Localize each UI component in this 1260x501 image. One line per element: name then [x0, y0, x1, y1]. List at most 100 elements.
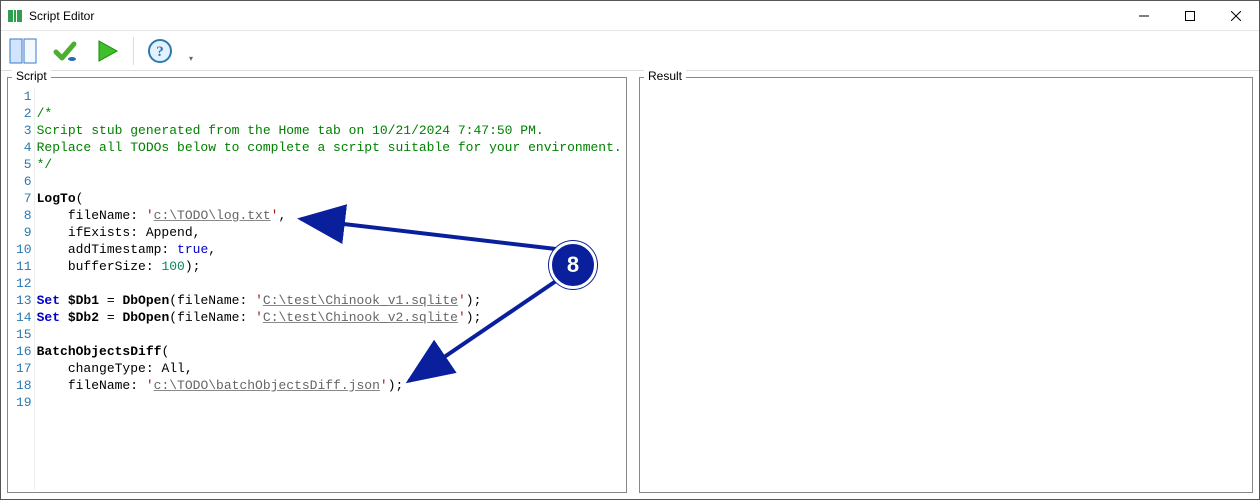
code-token-func: BatchObjectsDiff: [37, 344, 162, 359]
code-line[interactable]: LogTo(: [37, 190, 624, 207]
code-line[interactable]: Replace all TODOs below to complete a sc…: [37, 139, 624, 156]
titlebar: Script Editor: [1, 1, 1259, 31]
minimize-button[interactable]: [1121, 1, 1167, 31]
code-token-plain: );: [185, 259, 201, 274]
code-line[interactable]: [37, 394, 624, 411]
code-token-plain: =: [99, 310, 122, 325]
script-panel: Script 12345678910111213141516171819 /*S…: [7, 77, 627, 493]
line-number: 17: [16, 360, 32, 377]
line-gutter: 12345678910111213141516171819: [10, 88, 35, 490]
code-line[interactable]: ifExists: Append,: [37, 224, 624, 241]
code-line[interactable]: bufferSize: 100);: [37, 258, 624, 275]
svg-text:?: ?: [156, 44, 164, 60]
close-button[interactable]: [1213, 1, 1259, 31]
code-line[interactable]: addTimestamp: true,: [37, 241, 624, 258]
code-token-plain: );: [466, 310, 482, 325]
code-token-arg: fileName:: [37, 208, 146, 223]
code-line[interactable]: [37, 275, 624, 292]
code-token-enum: All: [161, 361, 184, 376]
toolbar: ? ▾: [1, 31, 1259, 71]
code-line[interactable]: */: [37, 156, 624, 173]
line-number: 7: [16, 190, 32, 207]
code-token-arg: (fileName:: [169, 293, 255, 308]
code-token-plain: (: [76, 191, 84, 206]
code-line[interactable]: fileName: 'c:\TODO\batchObjectsDiff.json…: [37, 377, 624, 394]
window-controls: [1121, 1, 1259, 31]
code-token-str: ': [146, 208, 154, 223]
code-token-plain: ,: [193, 225, 201, 240]
code-token-comment: Script stub generated from the Home tab …: [37, 123, 544, 138]
code-line[interactable]: Set $Db2 = DbOpen(fileName: 'C:\test\Chi…: [37, 309, 624, 326]
code-token-num: 100: [161, 259, 184, 274]
code-line[interactable]: Script stub generated from the Home tab …: [37, 122, 624, 139]
code-line[interactable]: changeType: All,: [37, 360, 624, 377]
line-number: 2: [16, 105, 32, 122]
code-line[interactable]: [37, 88, 624, 105]
line-number: 1: [16, 88, 32, 105]
maximize-button[interactable]: [1167, 1, 1213, 31]
layout-panels-button[interactable]: [7, 35, 39, 67]
code-token-var: $Db1: [68, 293, 99, 308]
code-token-str: ': [458, 310, 466, 325]
code-token-enum: Append: [146, 225, 193, 240]
code-token-arg: addTimestamp:: [37, 242, 177, 257]
code-token-str: ': [458, 293, 466, 308]
line-number: 5: [16, 156, 32, 173]
code-token-plain: ,: [185, 361, 193, 376]
code-token-bool: true: [177, 242, 208, 257]
code-token-kw: Set: [37, 293, 68, 308]
app-icon: [7, 8, 23, 24]
code-token-str: ': [380, 378, 388, 393]
code-token-arg: bufferSize:: [37, 259, 162, 274]
annotation-badge-text: 8: [567, 252, 579, 278]
code-token-var: $Db2: [68, 310, 99, 325]
code-token-path: c:\TODO\batchObjectsDiff.json: [154, 378, 380, 393]
content-area: Script 12345678910111213141516171819 /*S…: [1, 71, 1259, 499]
line-number: 6: [16, 173, 32, 190]
window-title: Script Editor: [29, 9, 94, 23]
code-line[interactable]: [37, 173, 624, 190]
line-number: 16: [16, 343, 32, 360]
code-token-func: DbOpen: [122, 293, 169, 308]
code-token-str: ': [255, 293, 263, 308]
code-token-comment: Replace all TODOs below to complete a sc…: [37, 140, 622, 155]
line-number: 10: [16, 241, 32, 258]
code-token-path: C:\test\Chinook_v1.sqlite: [263, 293, 458, 308]
script-editor[interactable]: 12345678910111213141516171819 /*Script s…: [8, 86, 626, 492]
result-panel: Result: [639, 77, 1253, 493]
code-token-plain: (: [161, 344, 169, 359]
annotation-badge: 8: [549, 241, 597, 289]
code-token-arg: fileName:: [37, 378, 146, 393]
line-number: 4: [16, 139, 32, 156]
code-token-str: ': [146, 378, 154, 393]
code-token-arg: changeType:: [37, 361, 162, 376]
code-body[interactable]: /* Script stub generated from the Home ta…: [37, 88, 624, 490]
line-number: 11: [16, 258, 32, 275]
line-number: 3: [16, 122, 32, 139]
code-token-arg: (fileName:: [169, 310, 255, 325]
code-line[interactable]: BatchObjectsDiff(: [37, 343, 624, 360]
help-button[interactable]: ?: [144, 35, 176, 67]
code-line[interactable]: fileName: 'c:\TODO\log.txt',: [37, 207, 624, 224]
toolbar-overflow-icon[interactable]: ▾: [186, 35, 196, 67]
code-line[interactable]: /*: [37, 105, 624, 122]
code-token-comment: /*: [37, 106, 53, 121]
code-token-func: DbOpen: [122, 310, 169, 325]
code-token-plain: ,: [208, 242, 216, 257]
line-number: 19: [16, 394, 32, 411]
code-token-plain: );: [388, 378, 404, 393]
line-number: 13: [16, 292, 32, 309]
validate-button[interactable]: [49, 35, 81, 67]
line-number: 18: [16, 377, 32, 394]
code-token-plain: ,: [278, 208, 286, 223]
run-button[interactable]: [91, 35, 123, 67]
line-number: 9: [16, 224, 32, 241]
line-number: 8: [16, 207, 32, 224]
code-token-path: C:\test\Chinook_v2.sqlite: [263, 310, 458, 325]
code-line[interactable]: Set $Db1 = DbOpen(fileName: 'C:\test\Chi…: [37, 292, 624, 309]
code-line[interactable]: [37, 326, 624, 343]
line-number: 14: [16, 309, 32, 326]
script-panel-header: Script: [12, 69, 51, 85]
toolbar-separator: [133, 37, 134, 65]
line-number: 12: [16, 275, 32, 292]
